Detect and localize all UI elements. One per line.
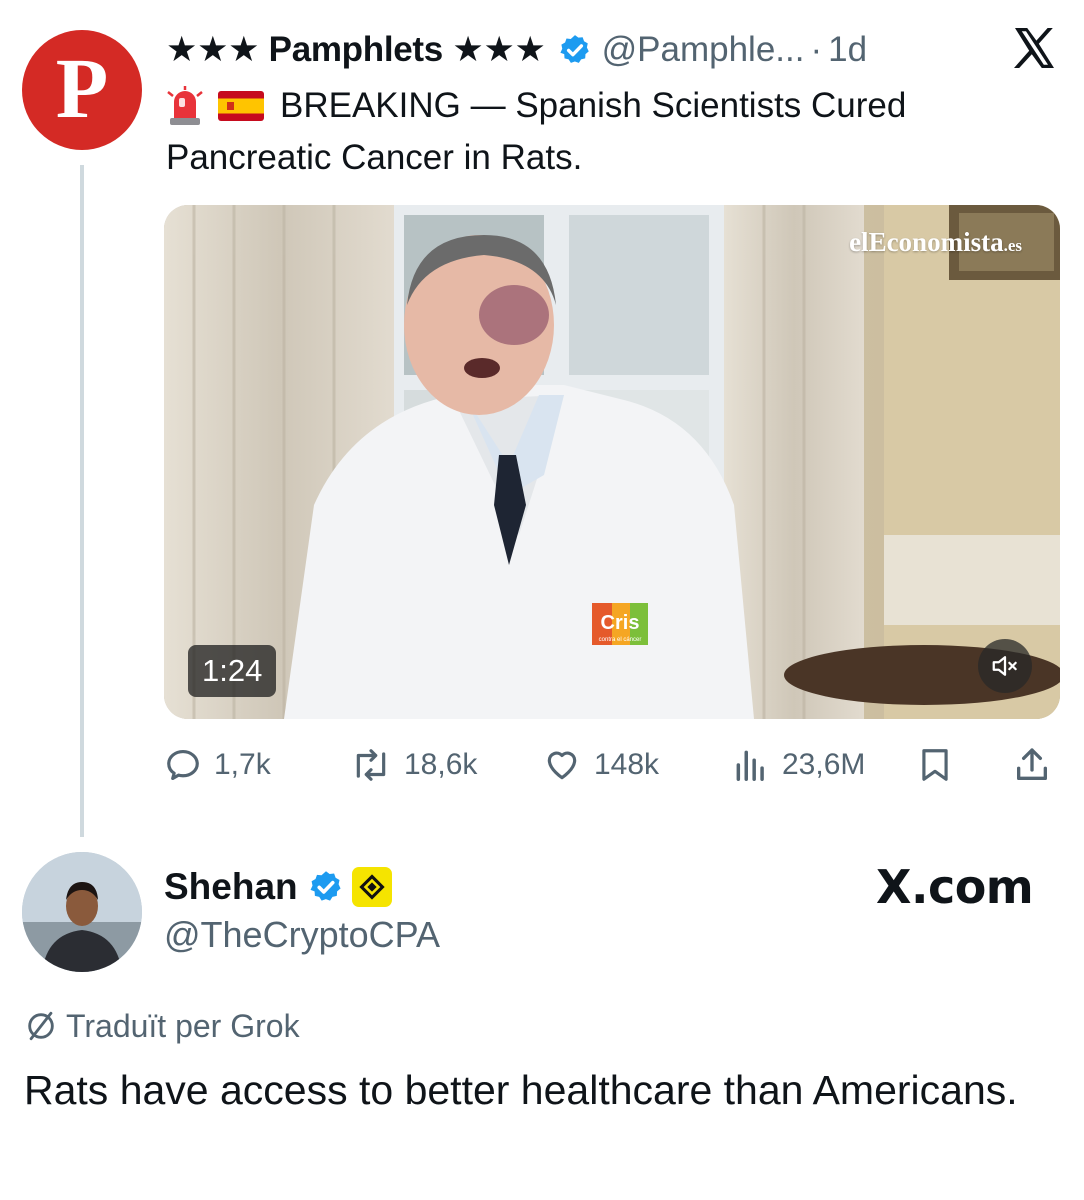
reply-button[interactable]: 1,7k — [164, 742, 271, 788]
thread-line — [80, 165, 84, 837]
affiliate-badge-icon[interactable] — [351, 867, 392, 907]
verified-icon — [310, 871, 341, 901]
translated-by-grok[interactable]: Traduït per Grok — [24, 1004, 300, 1048]
reply-text: Rats have access to better healthcare th… — [24, 1067, 1018, 1113]
translate-icon — [28, 1011, 54, 1041]
pamphlets-avatar[interactable]: P — [22, 30, 142, 150]
avatar-letter: P — [55, 40, 109, 136]
quoted-handle[interactable]: @Pamphle... — [602, 30, 805, 70]
repost-count: 18,6k — [404, 748, 478, 781]
views-button[interactable]: 23,6M — [732, 742, 865, 788]
quoted-tweet-text: BREAKING — Spanish Scientists Cured Panc… — [166, 80, 1046, 184]
quoted-tweet-header: ★★★ Pamphlets ★★★ @Pamphle... · 1d — [166, 26, 867, 74]
tweet-actions: 1,7k 18,6k 148k 23,6M — [164, 742, 1060, 788]
bookmark-button[interactable] — [916, 742, 966, 788]
reply-handle[interactable]: @TheCryptoCPA — [164, 914, 440, 956]
spain-flag-emoji — [218, 91, 264, 121]
reply-display-name[interactable]: Shehan — [164, 866, 298, 908]
shehan-avatar[interactable] — [22, 852, 142, 972]
share-button[interactable] — [1012, 742, 1064, 788]
video-frame: Cris contra el cáncer — [164, 205, 1060, 719]
coat-logo-sub: contra el cáncer — [599, 637, 642, 643]
mute-button[interactable] — [978, 639, 1032, 693]
share-icon — [1017, 748, 1047, 780]
repost-icon — [356, 749, 386, 781]
video-watermark: elEconomista.es — [849, 227, 1022, 257]
tweet-text-line2: Pancreatic Cancer in Rats. — [166, 138, 583, 177]
view-count: 23,6M — [782, 748, 866, 781]
mute-icon — [992, 656, 1017, 676]
like-icon — [547, 751, 577, 780]
avatar-photo — [22, 852, 142, 972]
tweet-text-line1: BREAKING — Spanish Scientists Cured — [280, 86, 907, 125]
coat-logo: Cris — [601, 612, 640, 634]
video-player[interactable]: Cris contra el cáncer elEconomista.es 1:… — [164, 205, 1060, 719]
reply-author: Shehan — [164, 862, 392, 912]
quoted-display-name[interactable]: ★★★ Pamphlets ★★★ — [166, 30, 546, 70]
x-logo-icon — [1010, 24, 1058, 72]
translated-label: Traduït per Grok — [66, 1007, 300, 1044]
repost-button[interactable]: 18,6k — [350, 742, 477, 788]
time-separator: · — [810, 30, 823, 69]
views-icon — [736, 750, 764, 781]
reply-icon — [167, 749, 199, 781]
site-label: X.com — [876, 860, 1034, 914]
like-button[interactable]: 148k — [542, 742, 659, 788]
like-count: 148k — [594, 748, 660, 781]
quoted-time[interactable]: 1d — [828, 30, 867, 70]
siren-emoji — [167, 86, 203, 125]
bookmark-icon — [922, 749, 948, 781]
verified-icon — [560, 35, 589, 63]
reply-count: 1,7k — [214, 748, 271, 781]
video-duration: 1:24 — [188, 645, 277, 697]
